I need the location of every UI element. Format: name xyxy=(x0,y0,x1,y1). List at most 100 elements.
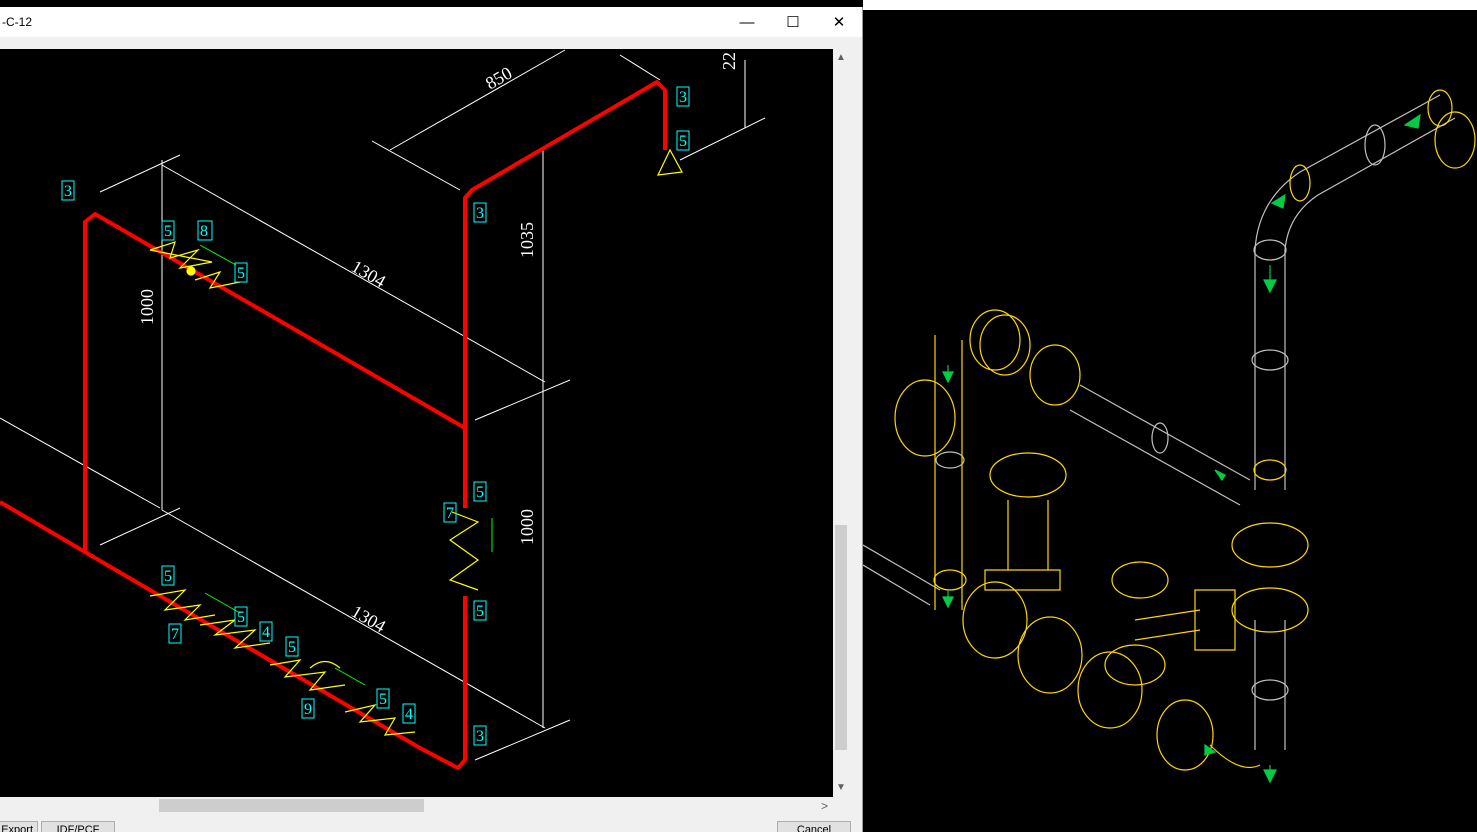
ext-line xyxy=(371,140,461,191)
pipe-ring xyxy=(1253,239,1287,261)
component-tag[interactable]: 4 xyxy=(402,703,416,724)
component-tag[interactable]: 5 xyxy=(285,636,299,657)
svg-text:5: 5 xyxy=(476,603,484,620)
isometric-drawing: 850 22 1035 1000 1304 1000 1304 3 5 3 3 … xyxy=(0,49,766,770)
pipe-segment-lower-run xyxy=(0,500,467,770)
ext-line xyxy=(0,417,161,509)
flange xyxy=(1434,111,1476,169)
component-tag[interactable]: 3 xyxy=(473,725,487,746)
svg-text:3: 3 xyxy=(64,183,72,200)
isometric-window: -C-12 — ☐ ✕ 850 22 1035 1000 1304 1000 1… xyxy=(0,7,863,832)
valve-fitting xyxy=(448,511,480,591)
title-bar[interactable]: -C-12 — ☐ ✕ xyxy=(0,7,862,37)
close-button[interactable]: ✕ xyxy=(816,7,862,37)
pipe-segment-upper-run xyxy=(83,212,467,552)
ext-line xyxy=(99,154,181,193)
export-button[interactable]: Export xyxy=(0,821,38,832)
valve-fitting xyxy=(149,589,216,621)
flange xyxy=(1104,644,1166,686)
flange xyxy=(962,581,1028,659)
flow-arrow-icon xyxy=(1403,113,1421,129)
flange xyxy=(1253,459,1287,481)
minimize-button[interactable]: — xyxy=(724,7,770,37)
flange xyxy=(1017,616,1083,694)
svg-text:7: 7 xyxy=(446,505,454,522)
flange xyxy=(1077,651,1143,729)
vertical-pipe xyxy=(1254,620,1286,750)
handwheel xyxy=(989,452,1067,498)
valve-stem xyxy=(984,500,1061,591)
3d-piping-model xyxy=(863,89,1476,784)
component-tag[interactable]: 5 xyxy=(161,565,175,586)
close-icon: ✕ xyxy=(832,14,846,31)
svg-text:8: 8 xyxy=(200,223,208,240)
flange xyxy=(969,309,1021,371)
svg-text:5: 5 xyxy=(288,639,296,656)
dimension-label: 1035 xyxy=(517,222,537,258)
component-tag[interactable]: 3 xyxy=(676,86,690,107)
scroll-right-icon[interactable]: > xyxy=(821,799,828,813)
flange xyxy=(1289,164,1311,202)
component-tag[interactable]: 3 xyxy=(61,180,75,201)
component-tag[interactable]: 5 xyxy=(234,606,248,627)
flow-arrow-icon xyxy=(199,244,237,266)
component-tag[interactable]: 9 xyxy=(301,698,315,719)
flange xyxy=(1231,587,1309,633)
support-fitting xyxy=(656,148,683,176)
cancel-button[interactable]: Cancel xyxy=(777,821,851,832)
component-tag[interactable]: 5 xyxy=(376,688,390,709)
horizontal-scrollbar[interactable]: > xyxy=(0,797,833,814)
horizontal-scroll-thumb[interactable] xyxy=(159,799,424,812)
component-tag[interactable]: 5 xyxy=(473,481,487,502)
svg-text:5: 5 xyxy=(379,691,387,708)
background-app-strip xyxy=(863,0,1477,10)
component-tag[interactable]: 5 xyxy=(473,600,487,621)
scroll-down-icon[interactable]: ▼ xyxy=(836,782,846,793)
svg-text:5: 5 xyxy=(237,609,245,626)
horizontal-pipe xyxy=(1069,384,1251,506)
dim-line-850 xyxy=(389,49,566,151)
dimension-label: 850 xyxy=(482,63,515,94)
component-tag[interactable]: 5 xyxy=(161,220,175,241)
handwheel xyxy=(894,379,956,457)
svg-text:3: 3 xyxy=(679,89,687,106)
horizontal-pipe xyxy=(863,544,941,606)
flange xyxy=(1231,522,1309,568)
component-tag[interactable]: 5 xyxy=(234,262,248,283)
dimension-label: 1304 xyxy=(348,256,389,291)
export-button-label: Export xyxy=(1,824,33,832)
flange xyxy=(1029,344,1081,406)
dimension-label: 1304 xyxy=(348,601,389,636)
svg-text:5: 5 xyxy=(476,484,484,501)
svg-text:5: 5 xyxy=(679,133,687,150)
svg-text:9: 9 xyxy=(304,701,312,718)
flow-arrow-icon xyxy=(942,590,954,609)
flow-arrow-icon xyxy=(1263,265,1277,294)
isometric-drawing-canvas[interactable]: 850 22 1035 1000 1304 1000 1304 3 5 3 3 … xyxy=(0,49,833,797)
component-tag[interactable]: 4 xyxy=(259,621,273,642)
scroll-up-icon[interactable]: ▲ xyxy=(836,52,846,63)
ext-line xyxy=(474,719,571,761)
vertical-scroll-thumb[interactable] xyxy=(835,525,847,750)
component-tag[interactable]: 3 xyxy=(473,202,487,223)
svg-text:3: 3 xyxy=(476,728,484,745)
component-tag[interactable]: 5 xyxy=(676,130,690,151)
svg-text:4: 4 xyxy=(405,706,413,723)
instrument-fitting xyxy=(186,266,196,276)
pipe-elbow xyxy=(1254,94,1456,251)
svg-text:5: 5 xyxy=(164,568,172,585)
maximize-button[interactable]: ☐ xyxy=(770,7,816,37)
vertical-scrollbar[interactable]: ▲ ▼ xyxy=(833,49,850,797)
svg-text:3: 3 xyxy=(476,205,484,222)
pipe-segment-riser xyxy=(463,80,667,428)
component-tag[interactable]: 7 xyxy=(168,623,182,644)
flange xyxy=(1111,561,1169,599)
cancel-button-label: Cancel xyxy=(796,824,832,832)
valve-body xyxy=(1134,589,1236,651)
idf-pcf-button[interactable]: IDF/PCF xyxy=(41,821,115,832)
svg-text:5: 5 xyxy=(164,223,172,240)
3d-model-viewport[interactable] xyxy=(863,10,1477,832)
component-tag[interactable]: 8 xyxy=(197,220,213,241)
minimize-icon: — xyxy=(739,13,755,31)
flow-arrow-icon xyxy=(1204,743,1217,756)
